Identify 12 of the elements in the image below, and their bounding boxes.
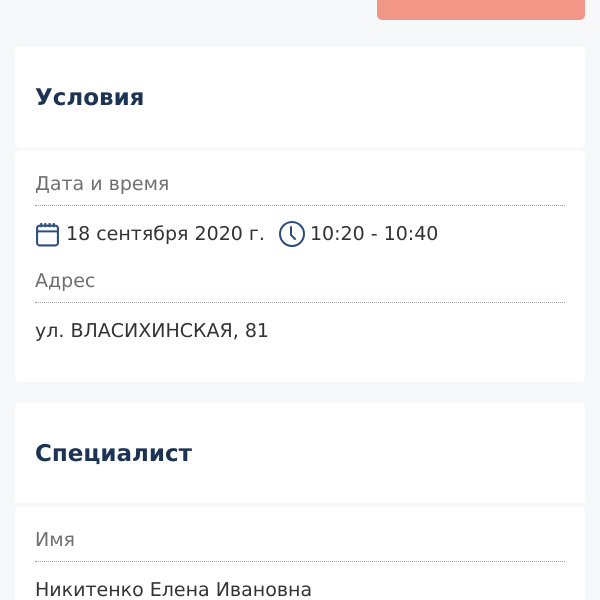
section-title: Условия <box>35 84 144 113</box>
calendar-icon <box>35 222 60 246</box>
clock-icon <box>278 221 305 247</box>
field-label: Адрес <box>35 269 96 294</box>
time-value: 10:20 - 10:40 <box>310 222 438 247</box>
field-label: Дата и время <box>35 172 170 197</box>
section-title: Специалист <box>35 440 192 469</box>
field-label: Имя <box>35 528 76 553</box>
field-value: ул. ВЛАСИХИНСКАЯ, 81 <box>35 319 269 344</box>
action-button[interactable] <box>377 0 585 20</box>
date-value: 18 сентября 2020 г. <box>66 222 265 247</box>
field-value: Никитенко Елена Ивановна <box>35 578 312 600</box>
